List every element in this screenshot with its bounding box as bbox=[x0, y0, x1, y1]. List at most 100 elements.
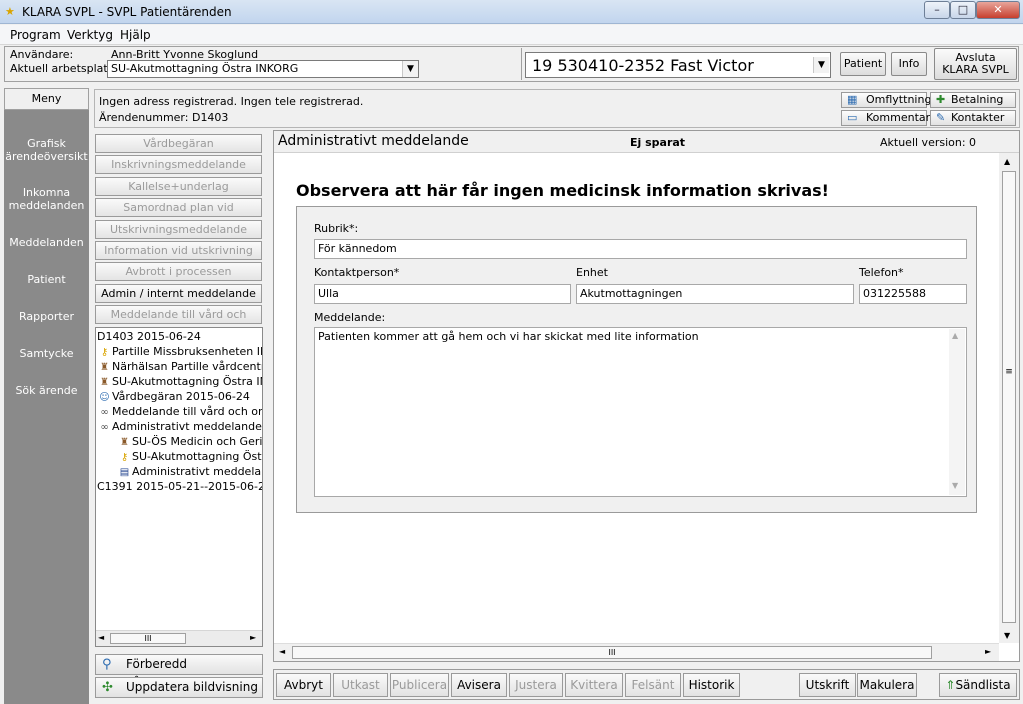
info-button[interactable]: Info bbox=[891, 52, 927, 76]
nav-admin-meddelande[interactable]: Admin / internt meddelande bbox=[95, 284, 262, 303]
sidebar-item-rapporter[interactable]: Rapporter bbox=[4, 310, 89, 323]
nav-information-utskrivning[interactable]: Information vid utskrivning bbox=[95, 241, 262, 260]
arrow-up-icon[interactable]: ▲ bbox=[952, 331, 958, 340]
arrow-right-icon[interactable]: ► bbox=[250, 633, 256, 642]
rubrik-label: Rubrik*: bbox=[314, 222, 359, 235]
action-avbryt-button[interactable]: Avbryt bbox=[276, 673, 331, 697]
horizontal-scroll-thumb[interactable]: III bbox=[292, 646, 932, 659]
content-vertical-scrollbar[interactable]: ▲ ≡ ▼ bbox=[999, 153, 1019, 643]
arrow-left-icon[interactable]: ◄ bbox=[279, 647, 285, 656]
telefon-input[interactable]: 031225588 bbox=[859, 284, 967, 304]
nav-vardbegaran[interactable]: Vårdbegäran bbox=[95, 134, 262, 153]
tree-item[interactable]: ⚷SU-Akutmottagning Östra IN bbox=[97, 449, 262, 464]
tree-scroll-thumb[interactable]: III bbox=[110, 633, 186, 644]
exit-label-2: KLARA SVPL bbox=[942, 63, 1009, 76]
action-historik-button[interactable]: Historik bbox=[683, 673, 740, 697]
chevron-down-icon[interactable]: ▼ bbox=[402, 61, 418, 77]
tree-item-label: Meddelande till vård och omsorg bbox=[112, 405, 262, 418]
arrow-down-icon[interactable]: ▼ bbox=[952, 481, 958, 490]
minimize-button[interactable]: – bbox=[924, 1, 950, 19]
comment-icon: ▭ bbox=[847, 111, 858, 124]
tree-item[interactable]: ♜SU-ÖS Medicin och Geriatrik bbox=[97, 434, 262, 449]
betalning-label: Betalning bbox=[951, 93, 1004, 106]
sidebar-item-grafisk[interactable]: Grafisk ärendeöversikt bbox=[4, 137, 89, 163]
tree-item[interactable]: ▤Administrativt meddelande 2 bbox=[97, 464, 262, 479]
kontaktperson-input[interactable]: Ulla bbox=[314, 284, 571, 304]
kommentar-button[interactable]: ▭ Kommentar bbox=[841, 110, 931, 126]
tree-item[interactable]: ♜Närhälsan Partille vårdcentral 20 bbox=[97, 359, 262, 374]
link-icon: ∞ bbox=[100, 407, 109, 418]
nav-kallelse[interactable]: Kallelse+underlag bbox=[95, 177, 262, 196]
sidebar-item-patient[interactable]: Patient bbox=[4, 273, 89, 286]
nav-avbrott[interactable]: Avbrott i processen bbox=[95, 262, 262, 281]
vertical-scroll-thumb[interactable]: ≡ bbox=[1002, 171, 1016, 623]
tree-item[interactable]: ⚷Partille Missbruksenheten INKO bbox=[97, 344, 262, 359]
patient-select[interactable]: 19 530410-2352 Fast Victor ▼ bbox=[525, 52, 831, 78]
menu-hjalp[interactable]: Hjälp bbox=[120, 28, 151, 42]
betalning-button[interactable]: ✚ Betalning bbox=[930, 92, 1016, 108]
tree-item-label: C1391 2015-05-21--2015-06-24 bbox=[97, 480, 263, 493]
action-kvittera-button[interactable]: Kvittera bbox=[565, 673, 623, 697]
action-utskrift-button[interactable]: Utskrift bbox=[799, 673, 856, 697]
action-makulera-button[interactable]: Makulera bbox=[857, 673, 917, 697]
meddelande-textarea[interactable]: Patienten kommer att gå hem och vi har s… bbox=[314, 327, 967, 497]
workplace-select[interactable]: SU-Akutmottagning Östra INKORG ▼ bbox=[107, 60, 419, 78]
forberedd-vardbegaran-button[interactable]: ⚲ Förberedd vårdbegäran bbox=[95, 654, 263, 690]
tree-item[interactable]: ∞Meddelande till vård och omsorg bbox=[97, 404, 262, 419]
action-publicera-button[interactable]: Publicera bbox=[390, 673, 449, 697]
tree-horizontal-scrollbar[interactable]: ◄ III ► bbox=[96, 630, 262, 646]
sidebar-menu-tab[interactable]: Meny bbox=[4, 88, 89, 110]
tree-item[interactable]: D1403 2015-06-24 bbox=[97, 329, 262, 344]
arrow-right-icon[interactable]: ► bbox=[985, 647, 991, 656]
menu-verktyg[interactable]: Verktyg bbox=[67, 28, 113, 42]
kontakter-button[interactable]: ✎ Kontakter bbox=[930, 110, 1016, 126]
content-horizontal-scrollbar[interactable]: ◄ III ► bbox=[274, 643, 999, 661]
uppdatera-label: Uppdatera bildvisning bbox=[126, 680, 258, 694]
uppdatera-bildvisning-button[interactable]: ✣ Uppdatera bildvisning bbox=[95, 677, 263, 698]
tree-item[interactable]: ☺ Vårdbegäran 2015-06-24 bbox=[97, 389, 262, 404]
menu-program[interactable]: Program bbox=[10, 28, 61, 42]
telefon-label: Telefon* bbox=[859, 266, 904, 279]
sidebar-item-samtycke[interactable]: Samtycke bbox=[4, 347, 89, 360]
sidebar-item-meddelanden[interactable]: Meddelanden bbox=[4, 236, 89, 249]
chevron-down-icon[interactable]: ▼ bbox=[813, 57, 829, 73]
sidebar-item-inkomna[interactable]: Inkomna meddelanden bbox=[4, 186, 89, 212]
action-felsnt-button[interactable]: Felsänt bbox=[625, 673, 681, 697]
exit-button[interactable]: Avsluta KLARA SVPL bbox=[934, 48, 1017, 80]
nav-samordnad-plan[interactable]: Samordnad plan vid utskrivning bbox=[95, 198, 262, 231]
maximize-button[interactable]: □ bbox=[950, 1, 976, 19]
tree-item-label: SU-Akutmottagning Östra IN bbox=[132, 450, 262, 463]
tree-item[interactable]: C1391 2015-05-21--2015-06-24 bbox=[97, 479, 263, 494]
arrow-down-icon[interactable]: ▼ bbox=[1004, 631, 1010, 640]
tree-item[interactable]: ∞Administrativt meddelande 2015 bbox=[97, 419, 262, 434]
menu-bar: Program Verktyg Hjälp bbox=[0, 25, 1023, 45]
sidebar-item-sok[interactable]: Sök ärende bbox=[4, 384, 89, 397]
textarea-scrollbar[interactable]: ▲ ▼ bbox=[949, 329, 965, 495]
close-button[interactable]: ✕ bbox=[976, 1, 1020, 19]
people-icon: ♜ bbox=[100, 362, 109, 373]
action-utkast-button[interactable]: Utkast bbox=[333, 673, 388, 697]
tree-item[interactable]: ♜SU-Akutmottagning Östra INKOR bbox=[97, 374, 262, 389]
arrow-up-icon[interactable]: ▲ bbox=[1004, 157, 1010, 166]
action-justera-button[interactable]: Justera bbox=[509, 673, 563, 697]
person-icon: ⚲ bbox=[102, 657, 112, 672]
arrow-left-icon[interactable]: ◄ bbox=[98, 633, 104, 642]
patient-button[interactable]: Patient bbox=[840, 52, 886, 76]
chart-icon: ▦ bbox=[847, 93, 858, 106]
nav-utskrivningsmeddelande[interactable]: Utskrivningsmeddelande bbox=[95, 220, 262, 239]
kommentar-label: Kommentar bbox=[866, 111, 931, 124]
action-sndlista-button[interactable]: ⇑Sändlista bbox=[939, 673, 1017, 697]
user-label: Användare: bbox=[10, 48, 74, 61]
omflyttning-button[interactable]: ▦ Omflyttning bbox=[841, 92, 931, 108]
rubrik-input[interactable]: För kännedom bbox=[314, 239, 967, 259]
message-form: Rubrik*: För kännedom Kontaktperson* Enh… bbox=[296, 206, 977, 513]
warning-text: Observera att här får ingen medicinsk in… bbox=[296, 181, 829, 200]
case-tree: D1403 2015-06-24 ⚷ Partille Missbruksenhet… bbox=[95, 327, 263, 647]
action-avisera-button[interactable]: Avisera bbox=[451, 673, 507, 697]
meddelande-value: Patienten kommer att gå hem och vi har s… bbox=[318, 330, 699, 343]
enhet-input[interactable]: Akutmottagningen bbox=[576, 284, 854, 304]
tree-item-label: Administrativt meddelande 2 bbox=[132, 465, 262, 478]
nav-inskrivningsmeddelande[interactable]: Inskrivningsmeddelande bbox=[95, 155, 262, 174]
nav-meddelande-vard[interactable]: Meddelande till vård och omsor bbox=[95, 305, 262, 338]
sandlista-label: Sändlista bbox=[955, 678, 1011, 692]
